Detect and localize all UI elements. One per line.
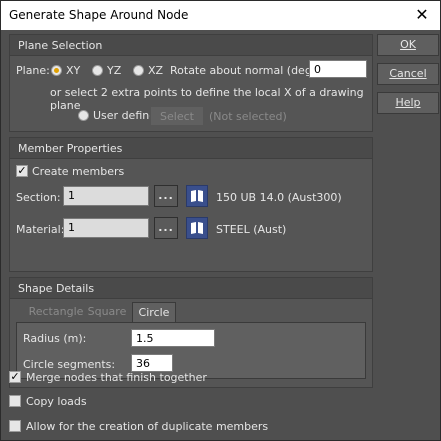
- plane-selection-title: Plane Selection: [18, 39, 103, 52]
- material-browse-button[interactable]: ...: [154, 217, 178, 239]
- material-input[interactable]: 1: [63, 218, 149, 238]
- material-library-icon[interactable]: [186, 217, 208, 239]
- section-browse-button[interactable]: ...: [154, 185, 178, 207]
- copy-loads-checkbox[interactable]: [9, 395, 21, 407]
- window-title: Generate Shape Around Node: [9, 8, 189, 22]
- rotate-input[interactable]: 0: [309, 60, 367, 78]
- close-icon[interactable]: ✕: [412, 5, 432, 24]
- member-properties-group: Member Properties ✓ Create members Secti…: [9, 137, 373, 272]
- plane-selection-group: Plane Selection Plane: XY YZ XZ Rotate a…: [9, 34, 373, 132]
- material-description: STEEL (Aust): [216, 223, 287, 236]
- plane-xz-label[interactable]: XZ: [148, 64, 163, 77]
- not-selected-text: (Not selected): [209, 110, 287, 123]
- plane-xy-radio[interactable]: [51, 65, 62, 76]
- plane-yz-radio[interactable]: [92, 65, 103, 76]
- ok-button[interactable]: OK: [377, 34, 439, 56]
- allow-duplicates-label[interactable]: Allow for the creation of duplicate memb…: [26, 420, 268, 433]
- create-members-label[interactable]: Create members: [32, 165, 124, 178]
- section-library-icon[interactable]: [186, 185, 208, 207]
- shape-details-title: Shape Details: [18, 282, 95, 295]
- title-bar: Generate Shape Around Node ✕: [0, 0, 441, 31]
- member-properties-header: Member Properties: [10, 138, 372, 159]
- merge-nodes-checkbox[interactable]: ✓: [9, 371, 21, 383]
- radius-label: Radius (m):: [23, 332, 87, 345]
- tab-rectangle[interactable]: Rectangle: [26, 302, 86, 322]
- section-description: 150 UB 14.0 (Aust300): [216, 191, 342, 204]
- cancel-button[interactable]: Cancel: [377, 63, 439, 85]
- tab-square[interactable]: Square: [86, 302, 128, 322]
- plane-xz-radio[interactable]: [133, 65, 144, 76]
- plane-selection-header: Plane Selection: [10, 35, 372, 56]
- merge-nodes-label[interactable]: Merge nodes that finish together: [26, 371, 207, 384]
- shape-details-header: Shape Details: [10, 278, 372, 299]
- help-button[interactable]: Help: [377, 92, 439, 114]
- radius-input[interactable]: 1.5: [131, 329, 215, 347]
- plane-yz-label[interactable]: YZ: [107, 64, 121, 77]
- segments-label: Circle segments:: [23, 358, 116, 371]
- tab-circle[interactable]: Circle: [132, 302, 176, 323]
- section-label: Section:: [16, 191, 61, 204]
- segments-input[interactable]: 36: [131, 354, 173, 372]
- allow-duplicates-checkbox[interactable]: [9, 420, 21, 432]
- copy-loads-label[interactable]: Copy loads: [26, 395, 87, 408]
- section-input[interactable]: 1: [63, 186, 149, 206]
- plane-label: Plane:: [16, 64, 50, 77]
- plane-xy-label[interactable]: XY: [66, 64, 80, 77]
- create-members-checkbox[interactable]: ✓: [16, 165, 28, 177]
- select-button[interactable]: Select: [150, 106, 204, 126]
- material-label: Material:: [16, 223, 65, 236]
- member-properties-title: Member Properties: [18, 142, 123, 155]
- rotate-label: Rotate about normal (deg):: [170, 64, 320, 77]
- user-defined-radio[interactable]: [78, 110, 89, 121]
- dialog-body: OK Cancel Help Plane Selection Plane: XY…: [0, 30, 441, 441]
